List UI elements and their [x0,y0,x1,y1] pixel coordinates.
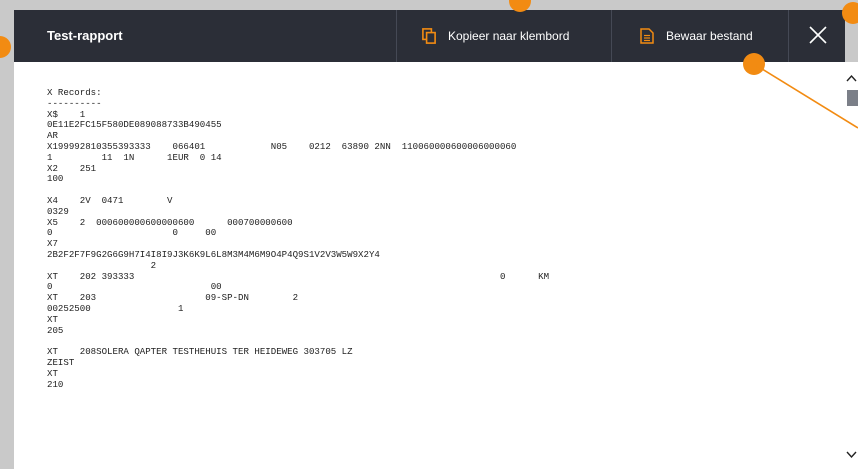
close-icon [808,25,827,47]
vertical-scrollbar[interactable] [845,62,858,469]
scroll-up-icon[interactable] [846,71,857,82]
report-line: 0 00 [47,281,222,293]
report-line: 100 [47,173,64,185]
report-line: AR [47,130,58,142]
report-line: 210 [47,378,64,390]
report-line: XT 203 09-SP-DN 2 [47,292,299,304]
report-line: 2 [47,259,157,271]
report-line: 205 [47,324,64,336]
report-line: X2 251 [47,162,97,174]
copy-icon [422,28,436,44]
modal-title: Test-rapport [47,28,123,43]
annotation-marker [743,53,765,75]
scrollbar-thumb[interactable] [847,90,858,106]
report-line: 0329 [47,205,69,217]
close-button[interactable] [788,10,845,62]
copy-button-label: Kopieer naar klembord [448,29,570,43]
report-line: X$ 1 [47,108,86,120]
report-line: XT [47,367,58,379]
save-button-label: Bewaar bestand [666,29,753,43]
annotation-marker [0,36,11,58]
report-line: 2B2F2F7F9G2G6G9H7I4I8I9J3K6K9L6L8M3M4M6M… [47,248,380,260]
report-line: ZEIST [47,356,75,368]
report-line: X5 2 000600000600000600 000700000600 [47,216,293,228]
scroll-down-icon[interactable] [846,446,857,459]
report-text: X Records: ---------- X$ 1 0E11E2FC15F58… [47,87,827,390]
report-line: XT [47,313,58,325]
save-file-button[interactable]: Bewaar bestand [611,10,788,62]
report-line: 0 0 00 [47,227,217,239]
report-line: X Records: [47,87,102,98]
report-line: X199992810355393333 066401 N05 0212 6389… [47,140,517,152]
report-line: 0E11E2FC15F580DE089088733B490455 [47,119,222,131]
report-line: 00252500 1 [47,302,184,314]
report-line: XT 208SOLERA QAPTER TESTHEHUIS TER HEIDE… [47,346,353,358]
copy-to-clipboard-button[interactable]: Kopieer naar klembord [396,10,610,62]
report-modal: Test-rapport Kopieer naar klembord Bewaa… [14,10,845,469]
report-line: ---------- [47,97,102,109]
report-line: X7 [47,238,58,250]
annotation-marker [842,2,858,24]
modal-header: Test-rapport Kopieer naar klembord Bewaa… [14,10,845,62]
report-line: X4 2V 0471 V [47,194,173,206]
report-line: XT 202 393333 0 KM [47,270,550,282]
file-icon [640,28,654,44]
report-line: 1 11 1N 1EUR 0 14 [47,151,222,163]
